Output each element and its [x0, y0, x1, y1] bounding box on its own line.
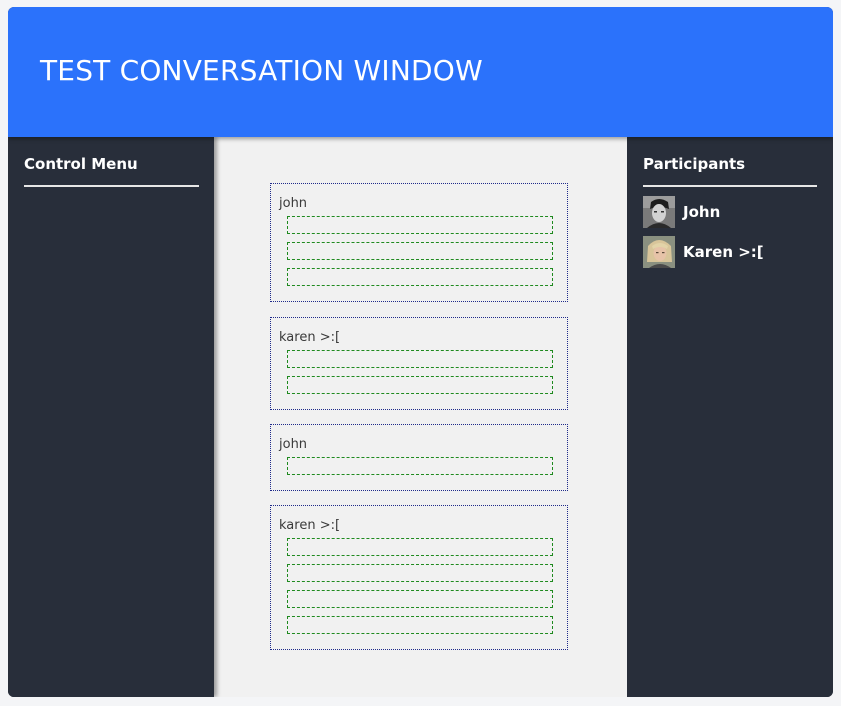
participants-title: Participants — [643, 155, 746, 173]
avatar — [643, 196, 675, 228]
conversation-area[interactable]: john karen >:[ john karen >:[ — [214, 137, 627, 697]
message-line — [287, 564, 553, 582]
participants-panel: Participants John Karen >:[ — [627, 137, 833, 697]
message-line — [287, 616, 553, 634]
message-block: john — [270, 424, 568, 491]
control-menu-divider — [24, 185, 199, 187]
participants-divider — [643, 185, 817, 187]
conversation-window: TEST CONVERSATION WINDOW Control Menu jo… — [8, 7, 833, 697]
avatar — [643, 236, 675, 268]
message-line — [287, 268, 553, 286]
control-menu-title: Control Menu — [24, 155, 138, 173]
participant-item-karen[interactable]: Karen >:[ — [643, 236, 823, 268]
message-author: karen >:[ — [279, 518, 341, 533]
message-line — [287, 457, 553, 475]
message-author: john — [279, 196, 308, 211]
message-line — [287, 376, 553, 394]
message-author: john — [279, 437, 308, 452]
page-title: TEST CONVERSATION WINDOW — [40, 54, 483, 87]
avatar-karen-photo — [643, 236, 675, 268]
message-author: karen >:[ — [279, 330, 341, 345]
avatar-john-photo — [643, 196, 675, 228]
message-block: john — [270, 183, 568, 302]
message-line — [287, 590, 553, 608]
header-bar: TEST CONVERSATION WINDOW — [8, 7, 833, 137]
participant-name: John — [683, 203, 721, 221]
message-line — [287, 538, 553, 556]
message-block: karen >:[ — [270, 317, 568, 410]
participant-item-john[interactable]: John — [643, 196, 823, 228]
control-menu-panel: Control Menu — [8, 137, 214, 697]
message-line — [287, 216, 553, 234]
message-line — [287, 350, 553, 368]
participant-name: Karen >:[ — [683, 243, 764, 261]
message-block: karen >:[ — [270, 505, 568, 650]
message-line — [287, 242, 553, 260]
